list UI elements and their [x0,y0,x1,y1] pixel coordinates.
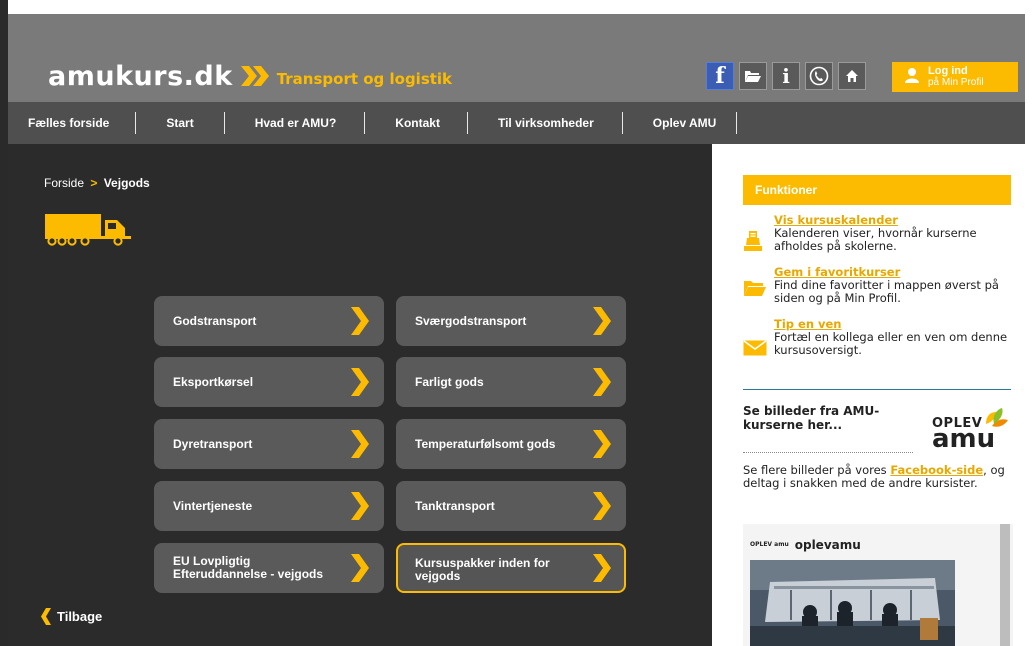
nav-divider [621,112,623,134]
tile-label: Dyretransport [173,436,253,451]
facebook-icon[interactable]: f [706,62,734,90]
category-tile-eu-lovpligtig-efteruddannelse[interactable]: EU Lovpligtig Efteruddannelse - vejgods [154,543,384,593]
favorites-description: Find dine favoritter i mappen øverst på … [774,278,999,305]
site-header: amukurs.dk Transport og logistik f i Log… [8,14,1025,102]
functions-heading: Funktioner [743,175,1011,205]
login-button[interactable]: Log ind på Min Profil [892,62,1018,92]
login-subtitle: på Min Profil [928,77,984,88]
category-tile-tanktransport[interactable]: Tanktransport [396,481,626,531]
category-tile-dyretransport[interactable]: Dyretransport [154,419,384,469]
nav-divider [466,112,468,134]
category-tile-vintertjeneste[interactable]: Vintertjeneste [154,481,384,531]
home-icon[interactable] [838,62,866,90]
breadcrumb-current: Vejgods [103,176,150,190]
tile-label: Kursuspakker inden for vejgods [415,556,550,583]
nav-divider [364,112,366,134]
nav-item-faelles-forside[interactable]: Fælles forside [28,102,109,144]
category-tile-eksportkoersel[interactable]: Eksportkørsel [154,357,384,407]
function-item-favorites: Gem i favoritkurser Find dine favoritter… [743,266,1011,314]
nav-divider [135,112,137,134]
feed-account-mini-logo: OPLEV amu [750,541,789,548]
main-nav: Fælles forside Start Hvad er AMU? Kontak… [8,102,1025,144]
tile-label: Tanktransport [415,498,495,513]
chevron-left-icon [41,608,51,625]
chevron-right-icon [592,307,612,340]
chevron-right-icon [592,492,612,525]
chevron-right-icon [592,430,612,463]
calendar-icon [743,228,763,257]
folder-icon [743,278,767,303]
category-tile-godstransport[interactable]: Godstransport [154,296,384,346]
tile-label: Farligt gods [415,374,484,389]
nav-item-kontakt[interactable]: Kontakt [395,102,440,144]
back-label: Tilbage [57,609,103,624]
logo-text: amukurs.dk [48,60,233,92]
photos-heading[interactable]: Se billeder fra AMU-kurserne her... [743,404,903,432]
info-glyph: i [782,64,790,88]
feed-account-name: oplevamu [794,538,861,552]
main-content: Forside > Vejgods Godstransport Sværgods… [8,144,712,646]
function-item-tip-friend: Tip en ven Fortæl en kollega eller en ve… [743,318,1011,366]
chevron-right-icon [350,430,370,463]
chevron-right-icon [350,368,370,401]
calendar-description: Kalenderen viser, hvornår kurserne afhol… [774,226,977,253]
tile-label: Vintertjeneste [173,498,253,513]
feed-account-header[interactable]: OPLEV amu oplevamu [750,538,861,552]
chevron-right-icon [592,368,612,401]
nav-divider [223,112,225,134]
nav-divider [736,112,738,134]
nav-item-start[interactable]: Start [166,102,193,144]
category-tile-farligt-gods[interactable]: Farligt gods [396,357,626,407]
header-icon-group: f i [706,62,866,90]
truck-icon [45,210,131,251]
feed-scrollbar[interactable] [1000,524,1010,646]
oplev-amu-logo[interactable]: OPLEV amu [930,408,1012,454]
double-chevron-icon [239,65,271,87]
user-icon [904,67,920,88]
chevron-right-icon [350,492,370,525]
login-title: Log ind [928,65,968,77]
nav-item-oplev-amu[interactable]: Oplev AMU [653,102,717,144]
nav-item-hvad-er-amu[interactable]: Hvad er AMU? [255,102,337,144]
folder-icon[interactable] [739,62,767,90]
sidebar-divider [743,389,1011,390]
function-item-calendar: Vis kursuskalender Kalenderen viser, hvo… [743,214,1011,262]
tile-label: EU Lovpligtig Efteruddannelse - vejgods [173,554,324,581]
leaf-icon [982,408,1010,435]
sidebar: Funktioner Vis kursuskalender Kalenderen… [712,144,1025,646]
feed-photo[interactable] [750,560,955,646]
facebook-glyph: f [715,63,725,89]
category-tile-kursuspakker[interactable]: Kursuspakker inden for vejgods [396,543,626,593]
tile-label: Temperaturfølsomt gods [415,436,556,451]
dotted-divider [743,452,913,453]
info-icon[interactable]: i [772,62,800,90]
category-tile-temperaturfoelsomt-gods[interactable]: Temperaturfølsomt gods [396,419,626,469]
chevron-right-icon [350,554,370,587]
tile-label: Eksportkørsel [173,374,254,389]
category-tile-svaergodstransport[interactable]: Sværgodstransport [396,296,626,346]
nav-item-til-virksomheder[interactable]: Til virksomheder [498,102,594,144]
logo-subtitle: Transport og logistik [276,70,453,88]
fb-text-before: Se flere billeder på vores [743,463,891,477]
tile-label: Godstransport [173,313,257,328]
tile-label: Sværgodstransport [415,313,527,328]
mail-icon [743,340,767,361]
chevron-right-icon [592,554,612,587]
breadcrumb-separator: > [90,176,98,190]
site-logo[interactable]: amukurs.dk Transport og logistik [48,58,452,94]
tip-friend-description: Fortæl en kollega eller en ven om denne … [774,330,1008,357]
left-edge-strip [0,0,8,646]
facebook-page-link[interactable]: Facebook-side [890,463,983,477]
chevron-right-icon [350,307,370,340]
breadcrumb-home-link[interactable]: Forside [44,176,84,190]
phone-icon[interactable] [805,62,833,90]
breadcrumb: Forside > Vejgods [44,176,150,190]
back-button[interactable]: Tilbage [41,608,102,625]
facebook-invite-text: Se flere billeder på vores Facebook-side… [743,464,1013,490]
